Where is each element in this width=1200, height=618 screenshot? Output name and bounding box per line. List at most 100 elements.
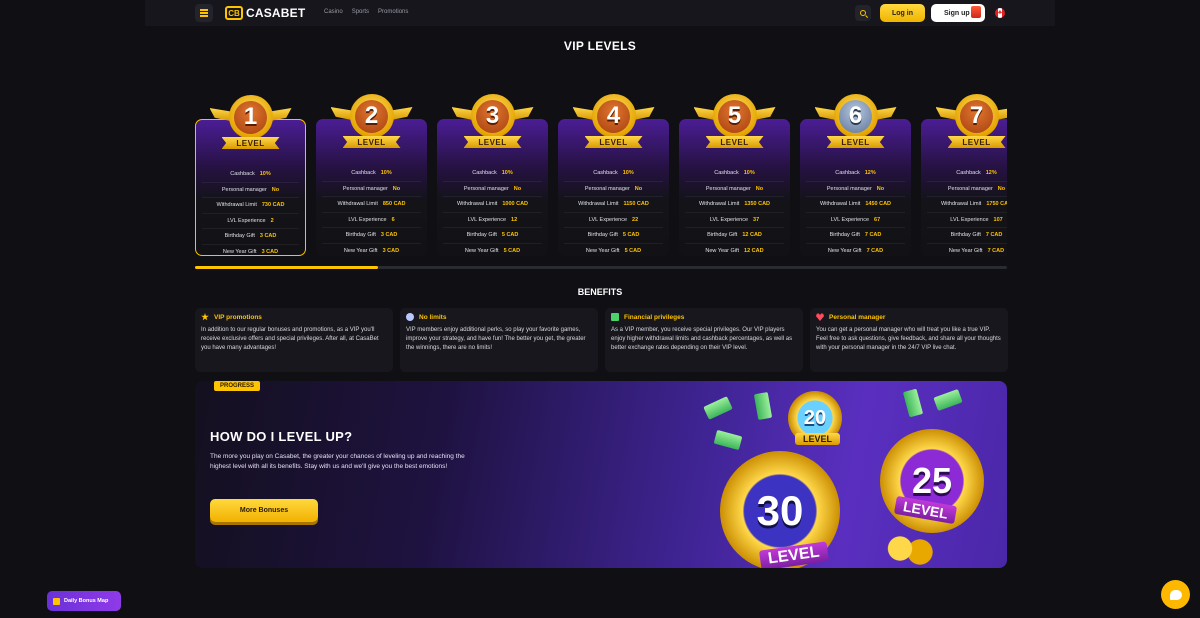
live-chat-button[interactable] bbox=[1161, 580, 1190, 609]
benefit-title: VIP promotions bbox=[214, 313, 262, 321]
vip-level-card[interactable]: 1 LEVEL Cashback 10% Personal manager No Withd… bbox=[195, 95, 306, 256]
vip-level-card[interactable]: 4 LEVEL Cashback 10% Personal manager No Withd… bbox=[558, 94, 669, 256]
daily-bonus-map-button[interactable]: Daily Bonus Map bbox=[47, 591, 121, 611]
level-stat-row: Personal manager No bbox=[806, 182, 905, 197]
stat-value: 12 CAD bbox=[744, 248, 764, 255]
canada-flag-icon[interactable]: ♣ bbox=[995, 8, 1005, 18]
logo[interactable]: CB CASABET bbox=[225, 6, 305, 20]
nav-promotions[interactable]: Promotions bbox=[378, 9, 408, 15]
vip-levels-carousel[interactable]: 1 LEVEL Cashback 10% Personal manager No Withd… bbox=[195, 92, 1007, 262]
promo-title: HOW DO I LEVEL UP? bbox=[210, 429, 353, 444]
main-nav: Casino Sports Promotions bbox=[324, 9, 408, 15]
benefit-vip-promotions: VIP promotions In addition to our regula… bbox=[195, 308, 393, 372]
benefit-text: VIP members enjoy additional perks, so p… bbox=[406, 327, 586, 351]
stat-label: Birthday Gift bbox=[829, 232, 860, 239]
stat-label: Birthday Gift bbox=[466, 232, 497, 239]
carousel-scrollbar-thumb[interactable] bbox=[195, 266, 378, 269]
search-icon bbox=[860, 10, 866, 16]
level-medal-icon: 1 LEVEL bbox=[210, 93, 292, 153]
level-stat-row: Birthday Gift 5 CAD bbox=[564, 228, 663, 244]
stat-label: LVL Experience bbox=[227, 217, 266, 224]
stat-value: 2 bbox=[270, 217, 274, 224]
login-button[interactable]: Log in bbox=[880, 4, 925, 22]
stat-label: Personal manager bbox=[221, 186, 267, 193]
stat-value: 5 CAD bbox=[501, 232, 519, 239]
more-bonuses-button[interactable]: More Bonuses bbox=[210, 499, 318, 522]
nav-sports[interactable]: Sports bbox=[352, 9, 369, 15]
level-stat-row: Cashback 10% bbox=[685, 166, 784, 182]
level-stat-row: New Year Gift 7 CAD bbox=[806, 244, 905, 260]
benefit-text: You can get a personal manager who will … bbox=[816, 327, 1001, 351]
level-stat-row: LVL Experience 6 bbox=[322, 213, 421, 228]
stat-label: New Year Gift bbox=[705, 248, 740, 255]
level-stat-row: Cashback 10% bbox=[322, 166, 421, 182]
stat-label: Personal manager bbox=[947, 185, 993, 192]
stat-value: No bbox=[513, 185, 522, 192]
stat-value: No bbox=[392, 185, 401, 192]
stat-label: Withdrawal Limit bbox=[578, 201, 619, 208]
vip-level-card[interactable]: 3 LEVEL Cashback 10% Personal manager No Withd… bbox=[437, 94, 548, 256]
stat-label: LVL Experience bbox=[950, 216, 989, 223]
money-bill-icon bbox=[713, 429, 743, 451]
nav-casino[interactable]: Casino bbox=[324, 9, 343, 15]
stat-label: Birthday Gift bbox=[707, 232, 738, 239]
level-stat-row: Withdrawal Limit 1350 CAD bbox=[685, 197, 784, 213]
stat-value: 37 bbox=[753, 216, 760, 223]
money-icon bbox=[611, 313, 619, 321]
money-bill-icon bbox=[753, 391, 773, 421]
stat-value: 1350 CAD bbox=[744, 201, 771, 208]
stat-value: 12 bbox=[511, 216, 518, 223]
vip-level-card[interactable]: 7 LEVEL Cashback 12% Personal manager No Withd… bbox=[921, 94, 1007, 256]
signup-button[interactable]: Sign up bbox=[931, 4, 985, 22]
stat-label: Withdrawal Limit bbox=[456, 201, 498, 208]
level-stat-row: Cashback 10% bbox=[202, 167, 299, 183]
stat-label: Cashback bbox=[714, 170, 739, 177]
level-stat-row: LVL Experience 67 bbox=[806, 213, 905, 228]
search-button[interactable] bbox=[855, 5, 871, 21]
stat-value: 6 bbox=[391, 216, 395, 223]
level-stat-row: New Year Gift 7 CAD bbox=[927, 244, 1007, 260]
logo-text: CASABET bbox=[246, 6, 306, 20]
stat-label: Personal manager bbox=[463, 185, 509, 192]
stat-value: 730 CAD bbox=[261, 202, 285, 209]
lightbulb-icon bbox=[406, 313, 414, 321]
stat-value: 3 CAD bbox=[261, 249, 279, 256]
stat-value: 1450 CAD bbox=[865, 201, 892, 208]
stat-label: Cashback bbox=[835, 170, 860, 177]
menu-button[interactable] bbox=[195, 4, 213, 22]
stat-label: Birthday Gift bbox=[950, 232, 981, 239]
vip-level-card[interactable]: 5 LEVEL Cashback 10% Personal manager No Withd… bbox=[679, 94, 790, 256]
progress-tag: PROGRESS bbox=[214, 381, 261, 391]
stat-label: Withdrawal Limit bbox=[337, 201, 378, 208]
level-medal-icon: 7 LEVEL bbox=[936, 92, 1008, 152]
level-stat-row: Birthday Gift 7 CAD bbox=[806, 228, 905, 244]
stat-label: Cashback bbox=[472, 170, 497, 177]
level-up-banner: HOW DO I LEVEL UP? The more you play on … bbox=[195, 381, 1007, 568]
stat-label: Withdrawal Limit bbox=[216, 202, 257, 209]
stat-value: No bbox=[634, 185, 643, 192]
benefit-financial-privileges: Financial privileges As a VIP member, yo… bbox=[605, 308, 803, 372]
money-bill-icon bbox=[902, 388, 924, 418]
level-number: 6 bbox=[839, 99, 872, 133]
stat-value: 107 bbox=[993, 216, 1003, 223]
level-stat-row: Cashback 12% bbox=[927, 166, 1007, 182]
carousel-scrollbar[interactable] bbox=[195, 266, 1007, 269]
page: CB CASABET Casino Sports Promotions Log … bbox=[0, 0, 1200, 618]
level-medal-icon: 6 LEVEL bbox=[815, 92, 897, 152]
level-number: 5 bbox=[718, 99, 751, 133]
level-ribbon: LEVEL bbox=[826, 136, 885, 148]
map-icon bbox=[53, 597, 60, 605]
vip-level-card[interactable]: 6 LEVEL Cashback 12% Personal manager No Withd… bbox=[800, 94, 911, 256]
money-bill-icon bbox=[703, 396, 733, 420]
stat-label: LVL Experience bbox=[709, 216, 749, 223]
stat-value: 7 CAD bbox=[985, 232, 1003, 239]
level-medal-icon: 5 LEVEL bbox=[694, 92, 776, 152]
vip-level-card[interactable]: 2 LEVEL Cashback 10% Personal manager No Withd… bbox=[316, 94, 427, 256]
gift-icon bbox=[971, 6, 981, 18]
top-header: CB CASABET Casino Sports Promotions Log … bbox=[145, 0, 1055, 26]
level-ribbon: LEVEL bbox=[342, 136, 401, 148]
stat-value: 10% bbox=[501, 170, 513, 177]
level-stat-row: Birthday Gift 5 CAD bbox=[443, 228, 542, 244]
stat-label: Personal manager bbox=[584, 185, 630, 192]
stat-value: 22 bbox=[632, 216, 639, 223]
